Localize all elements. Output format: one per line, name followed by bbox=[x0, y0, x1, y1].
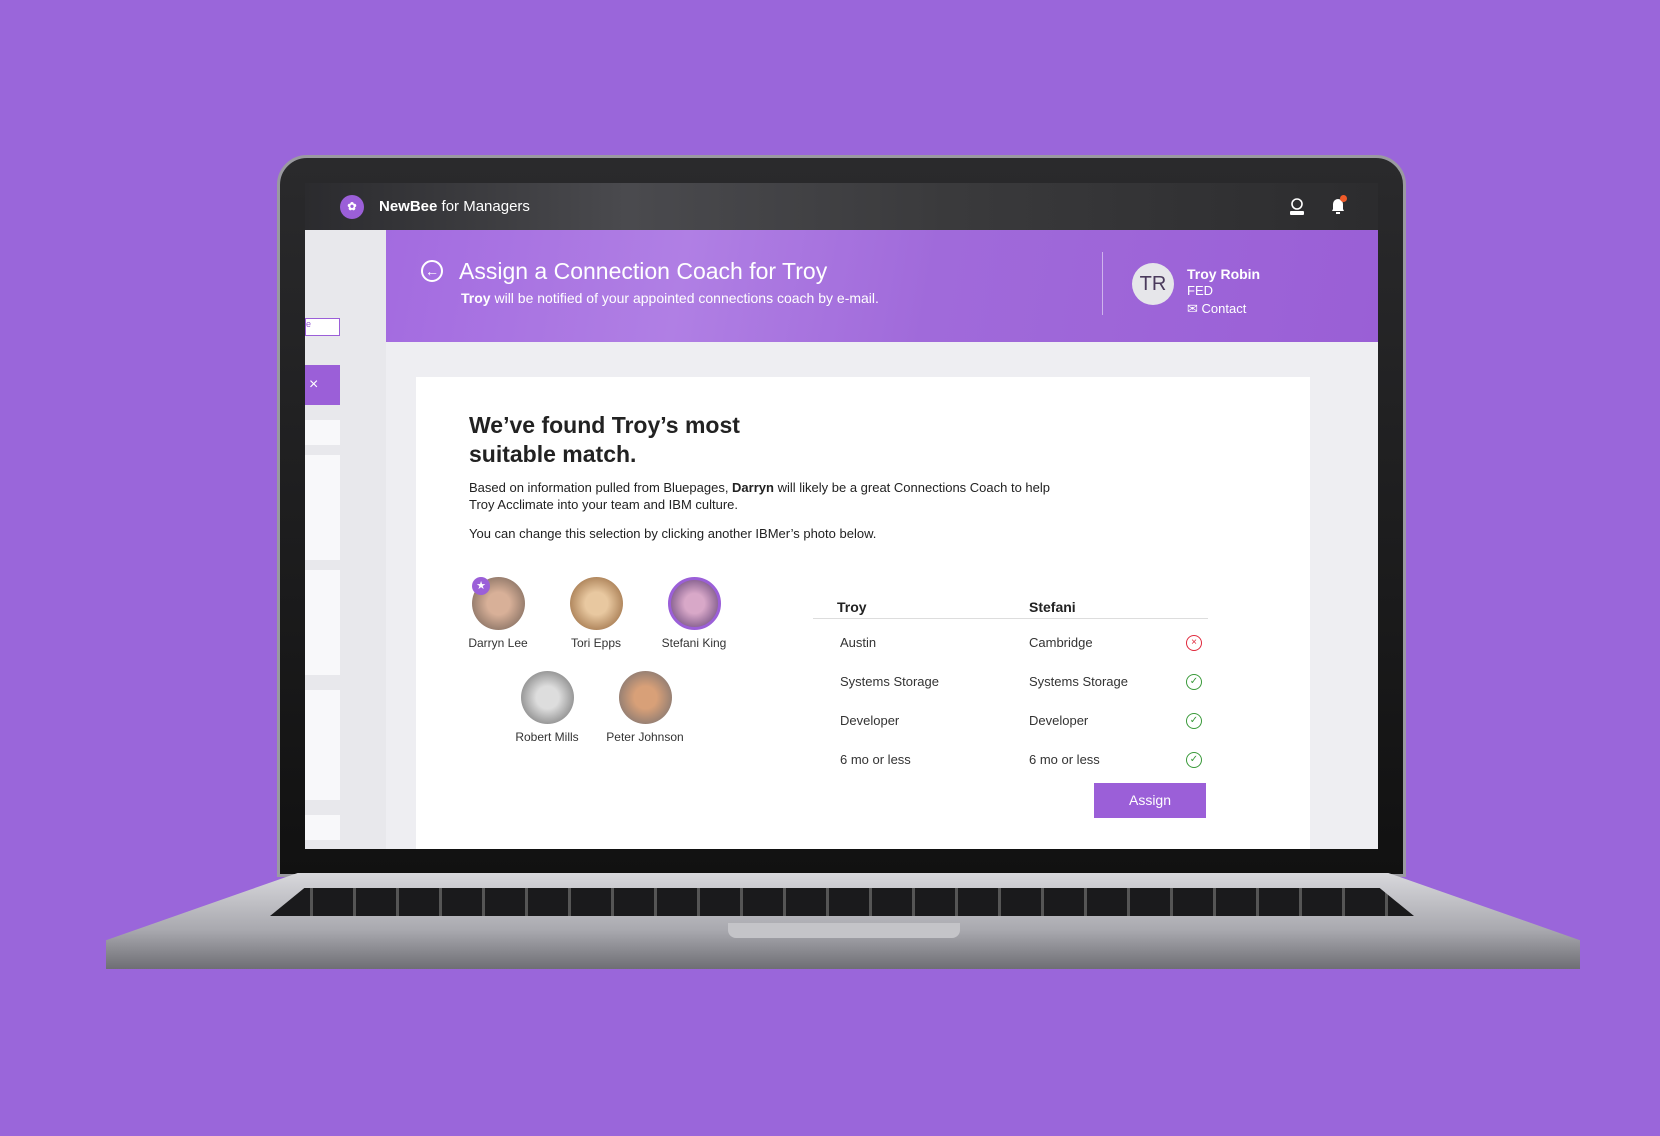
sidebar-item[interactable] bbox=[305, 455, 340, 560]
keyboard bbox=[270, 888, 1414, 916]
notification-badge bbox=[1340, 195, 1347, 202]
app-title: NewBee for Managers bbox=[379, 198, 530, 215]
page-title: Assign a Connection Coach for Troy bbox=[459, 258, 828, 284]
photo bbox=[667, 577, 721, 630]
person-name: Peter Johnson bbox=[606, 730, 684, 744]
troy-value: 6 mo or less bbox=[840, 752, 911, 767]
person-tori-epps[interactable]: Tori Epps bbox=[546, 577, 646, 650]
sidebar-item[interactable] bbox=[305, 690, 340, 800]
contact-link[interactable]: ✉ Contact bbox=[1187, 301, 1246, 317]
back-arrow-icon[interactable]: ← bbox=[421, 260, 443, 282]
match-card: We’ve found Troy’s most suitable match. … bbox=[416, 377, 1310, 849]
person-darryn-lee[interactable]: ★ Darryn Lee bbox=[448, 577, 548, 650]
troy-value: Systems Storage bbox=[840, 674, 939, 689]
column-header: Troy bbox=[837, 599, 867, 615]
sidebar-search-input[interactable]: e bbox=[305, 318, 340, 336]
star-icon: ★ bbox=[472, 577, 490, 595]
person-robert-mills[interactable]: Robert Mills bbox=[497, 671, 597, 744]
stefani-value: Developer bbox=[1029, 713, 1089, 728]
page-header: ← Assign a Connection Coach for Troy Tro… bbox=[386, 230, 1378, 342]
troy-value: Developer bbox=[840, 713, 900, 728]
trackpad-notch bbox=[728, 923, 960, 938]
check-icon: ✓ bbox=[1186, 674, 1202, 690]
top-bar: ✿ NewBee for Managers bbox=[305, 183, 1378, 230]
divider bbox=[1102, 252, 1103, 315]
coach-name: Darryn bbox=[732, 480, 774, 495]
page-subtitle: Troy will be notified of your appointed … bbox=[461, 290, 879, 306]
person-peter-johnson[interactable]: Peter Johnson bbox=[595, 671, 695, 744]
employee-role: FED bbox=[1187, 283, 1213, 298]
sidebar: e × bbox=[305, 230, 386, 849]
x-circle-icon: × bbox=[1186, 635, 1202, 651]
close-icon[interactable]: × bbox=[305, 365, 340, 405]
person-stefani-king[interactable]: Stefani King bbox=[644, 577, 744, 650]
bee-icon[interactable]: ✿ bbox=[340, 195, 364, 219]
sidebar-item[interactable] bbox=[305, 420, 340, 445]
text: Based on information pulled from Bluepag… bbox=[469, 480, 733, 495]
brand-suffix: for Managers bbox=[437, 198, 530, 215]
stefani-value: Systems Storage bbox=[1029, 674, 1128, 689]
divider bbox=[813, 618, 1208, 619]
subtitle-text: will be notified of your appointed conne… bbox=[490, 290, 879, 306]
envelope-icon: ✉ bbox=[1187, 301, 1202, 316]
person-name: Tori Epps bbox=[570, 636, 622, 650]
column-header: Stefani bbox=[1029, 599, 1076, 615]
user-icon[interactable] bbox=[1288, 197, 1306, 217]
person-name: Stefani King bbox=[661, 636, 727, 650]
stefani-value: 6 mo or less bbox=[1029, 752, 1100, 767]
person-name: Robert Mills bbox=[515, 730, 579, 744]
photo bbox=[520, 671, 574, 724]
sidebar-item[interactable] bbox=[305, 570, 340, 675]
brand: NewBee bbox=[379, 198, 438, 215]
person-name: Darryn Lee bbox=[468, 636, 528, 650]
sidebar-item[interactable] bbox=[305, 815, 340, 840]
contact-label: Contact bbox=[1201, 301, 1247, 316]
stefani-value: Cambridge bbox=[1029, 635, 1093, 650]
assign-button[interactable]: Assign bbox=[1094, 783, 1206, 818]
check-icon: ✓ bbox=[1186, 713, 1202, 729]
troy-value: Austin bbox=[840, 635, 877, 650]
card-description: Based on information pulled from Bluepag… bbox=[469, 479, 1059, 513]
avatar: TR bbox=[1132, 263, 1174, 305]
subtitle-name: Troy bbox=[461, 290, 491, 306]
photo bbox=[618, 671, 672, 724]
check-icon: ✓ bbox=[1186, 752, 1202, 768]
card-heading: We’ve found Troy’s most suitable match. bbox=[469, 412, 740, 467]
laptop-base bbox=[106, 873, 1580, 969]
employee-name: Troy Robin bbox=[1187, 266, 1261, 282]
screen: ✿ NewBee for Managers e × ← Assign a Con… bbox=[305, 183, 1378, 849]
card-hint: You can change this selection by clickin… bbox=[469, 526, 877, 541]
photo bbox=[569, 577, 623, 630]
